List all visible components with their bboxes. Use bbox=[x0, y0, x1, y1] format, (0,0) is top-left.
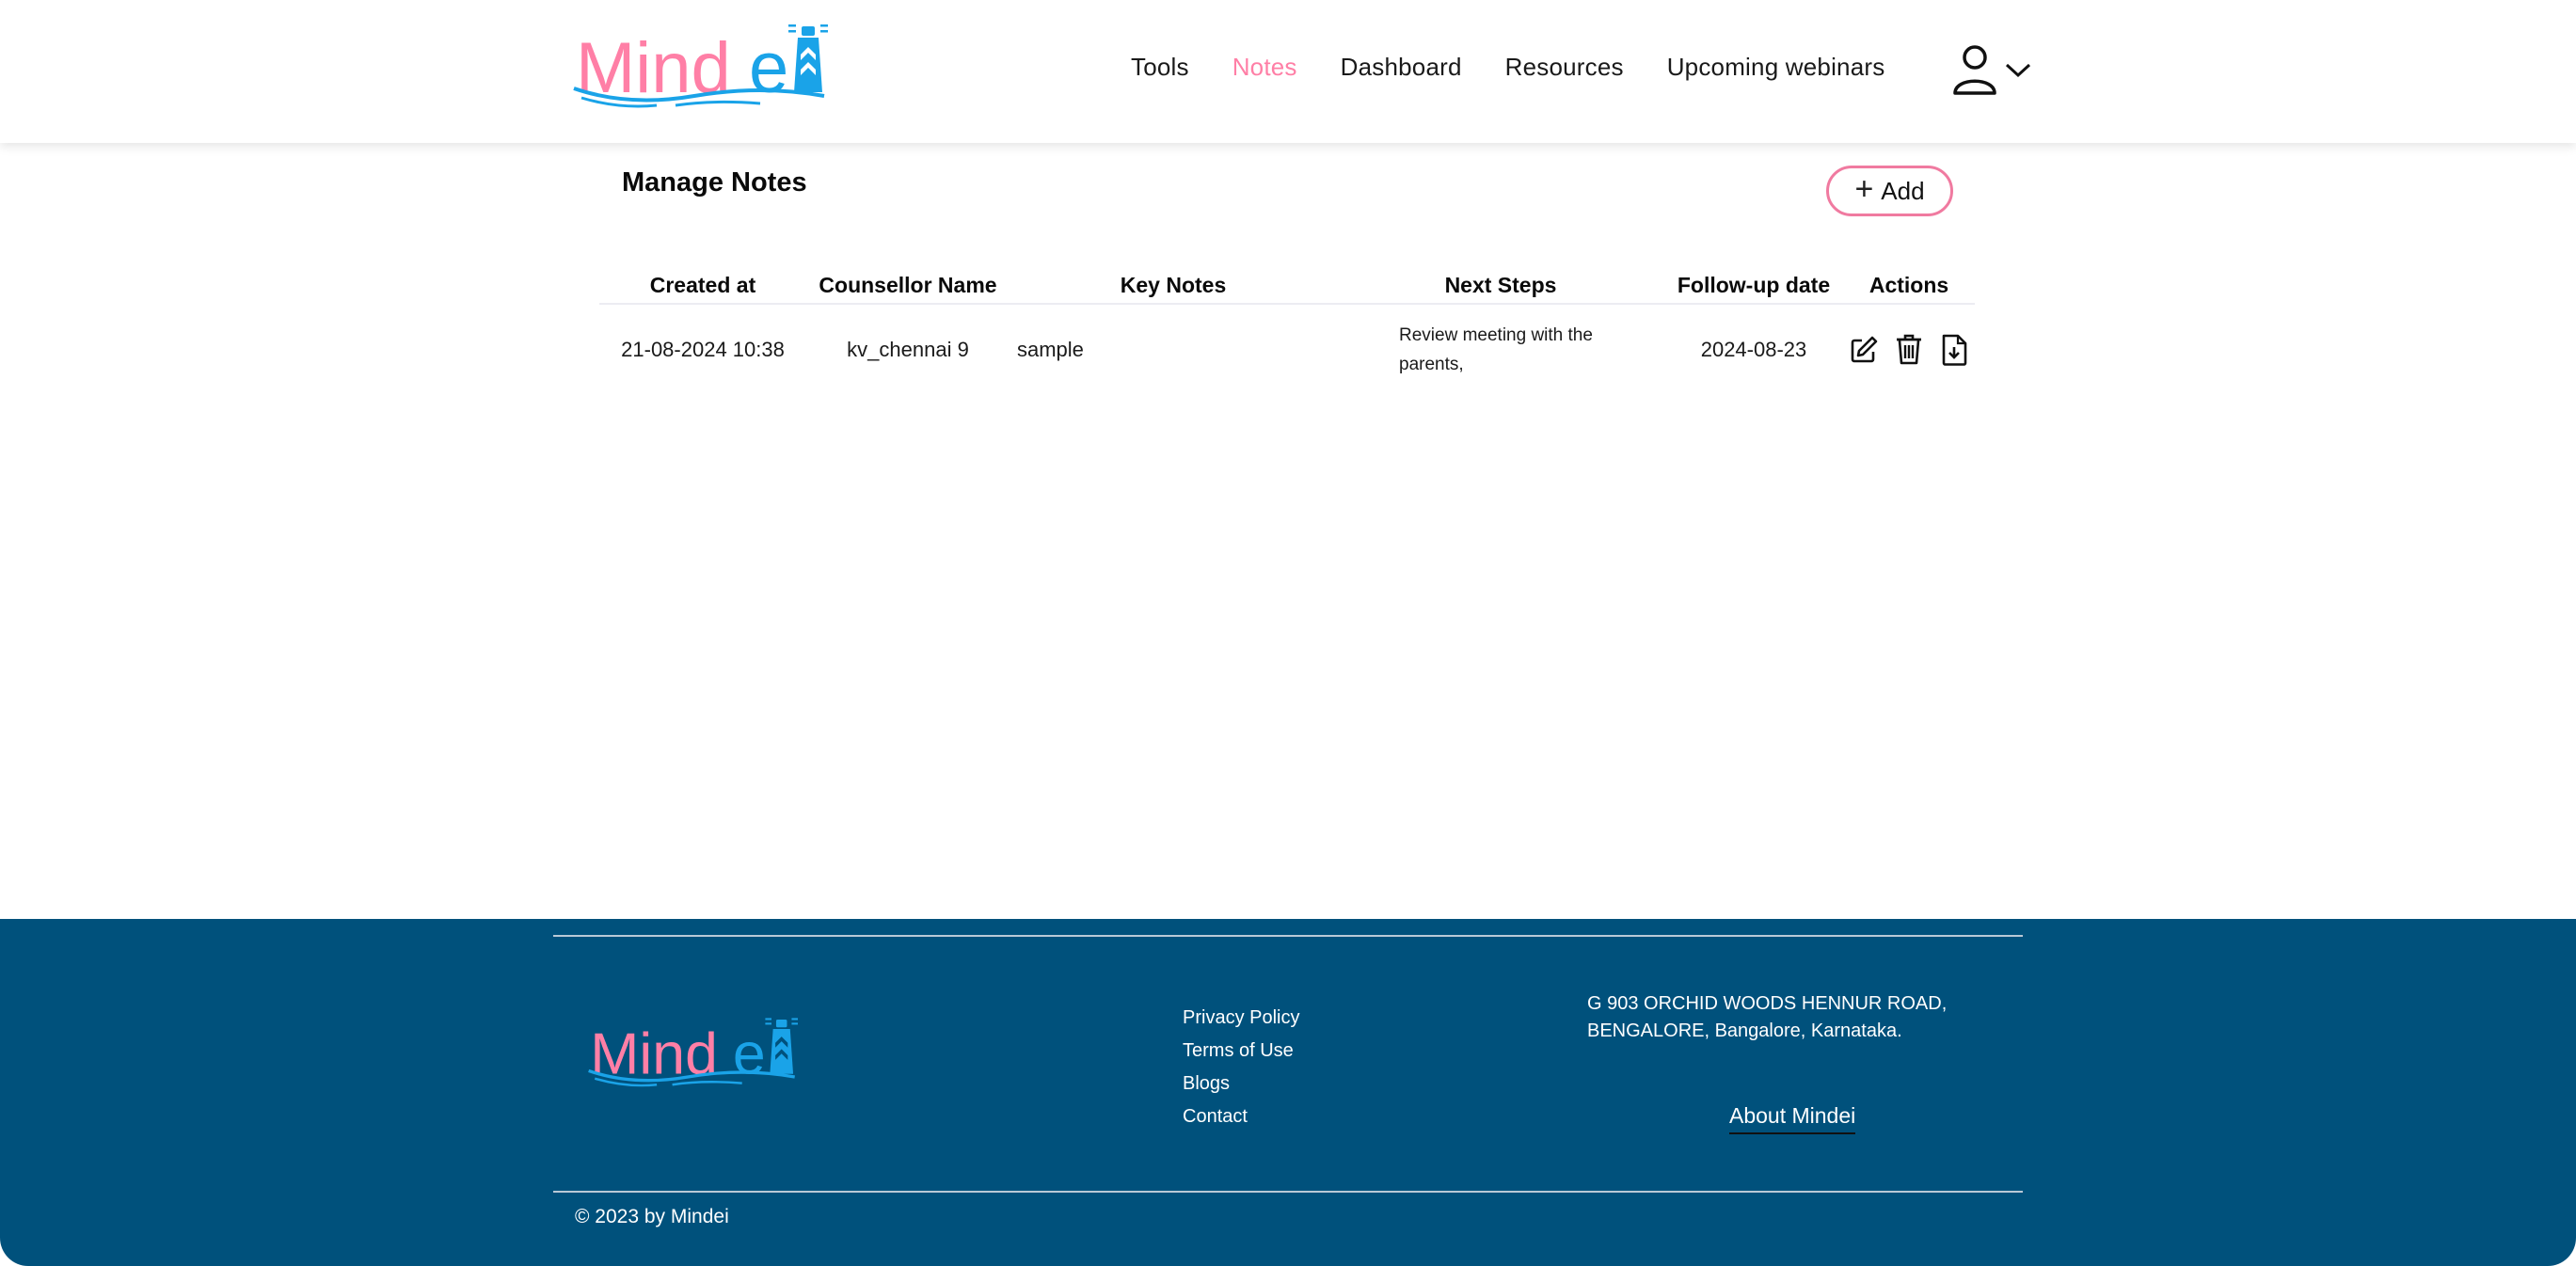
main-content: Manage Notes + Add Created at Counsellor… bbox=[0, 143, 2576, 919]
col-next-steps: Next Steps bbox=[1444, 272, 1557, 297]
cell-created-at: 21-08-2024 10:38 bbox=[621, 338, 785, 361]
user-icon bbox=[1953, 45, 1996, 95]
file-download-icon bbox=[1942, 334, 1967, 366]
cell-counsellor: kv_chennai 9 bbox=[847, 338, 969, 361]
address-line-2: BENGALORE, Bangalore, Karnataka. bbox=[1587, 1021, 1902, 1041]
nav-notes[interactable]: Notes bbox=[1232, 53, 1297, 82]
footer-link-contact[interactable]: Contact bbox=[1183, 1100, 1299, 1133]
nav-upcoming-webinars[interactable]: Upcoming webinars bbox=[1667, 53, 1885, 82]
main-nav: Tools Notes Dashboard Resources Upcoming… bbox=[1131, 53, 1928, 82]
mindei-logo-icon: Mind e bbox=[588, 1018, 798, 1087]
table-header: Created at Counsellor Name Key Notes Nex… bbox=[599, 267, 1975, 305]
lighthouse-icon bbox=[788, 24, 828, 92]
copyright-text: © 2023 by Mindei bbox=[575, 1206, 729, 1227]
next-steps-text: Review meeting with the parents, bbox=[1399, 325, 1593, 374]
cell-next-steps: Review meeting with the parents, bbox=[1337, 321, 1664, 379]
notes-table: Created at Counsellor Name Key Notes Nex… bbox=[599, 267, 1975, 395]
footer-link-terms-of-use[interactable]: Terms of Use bbox=[1183, 1035, 1299, 1068]
site-footer: Mind e Privacy Policy Terms of Use Blogs… bbox=[0, 919, 2576, 1266]
add-label: Add bbox=[1881, 176, 1925, 205]
add-note-button[interactable]: + Add bbox=[1826, 166, 1953, 216]
logo-text-blue: e bbox=[749, 28, 788, 108]
address-line-1: G 903 ORCHID WOODS HENNUR ROAD, bbox=[1587, 993, 1948, 1014]
cell-follow-up: 2024-08-23 bbox=[1700, 338, 1807, 361]
trash-icon bbox=[1897, 334, 1921, 365]
footer-link-privacy-policy[interactable]: Privacy Policy bbox=[1183, 1002, 1299, 1035]
cell-key-notes: sample bbox=[1017, 338, 1084, 361]
mindei-logo[interactable]: Mind e bbox=[572, 17, 828, 111]
delete-button[interactable] bbox=[1893, 333, 1925, 367]
user-menu-button[interactable] bbox=[1951, 41, 2032, 98]
site-header: Mind e Tools Notes Dashboard Resources U… bbox=[0, 0, 2576, 143]
footer-logo[interactable]: Mind e bbox=[587, 1005, 798, 1096]
nav-tools[interactable]: Tools bbox=[1131, 53, 1189, 82]
col-created-at: Created at bbox=[649, 272, 756, 297]
about-mindei-link[interactable]: About Mindei bbox=[1729, 1103, 1856, 1134]
footer-divider-top bbox=[553, 935, 2023, 937]
footer-links: Privacy Policy Terms of Use Blogs Contac… bbox=[1183, 1002, 1299, 1133]
download-button[interactable] bbox=[1938, 333, 1970, 367]
lighthouse-icon bbox=[765, 1018, 798, 1074]
mindei-logo-icon: Mind e bbox=[573, 24, 828, 108]
col-key-notes: Key Notes bbox=[1120, 272, 1227, 297]
nav-resources[interactable]: Resources bbox=[1505, 53, 1624, 82]
page-title: Manage Notes bbox=[622, 167, 807, 198]
col-actions: Actions bbox=[1868, 272, 1949, 297]
cell-actions bbox=[1843, 333, 1975, 367]
col-follow-up-date: Follow-up date bbox=[1677, 272, 1831, 297]
footer-link-blogs[interactable]: Blogs bbox=[1183, 1068, 1299, 1100]
chevron-down-icon bbox=[2005, 63, 2031, 78]
table-row: 21-08-2024 10:38 kv_chennai 9 sample Rev… bbox=[599, 305, 1975, 395]
footer-divider-bottom bbox=[553, 1191, 2023, 1193]
edit-icon bbox=[1851, 336, 1878, 363]
edit-button[interactable] bbox=[1848, 333, 1880, 367]
footer-address: G 903 ORCHID WOODS HENNUR ROAD, BENGALOR… bbox=[1587, 990, 1947, 1045]
svg-text:e: e bbox=[733, 1021, 766, 1087]
plus-icon: + bbox=[1854, 171, 1874, 207]
col-counsellor-name: Counsellor Name bbox=[819, 272, 997, 297]
nav-dashboard[interactable]: Dashboard bbox=[1341, 53, 1462, 82]
